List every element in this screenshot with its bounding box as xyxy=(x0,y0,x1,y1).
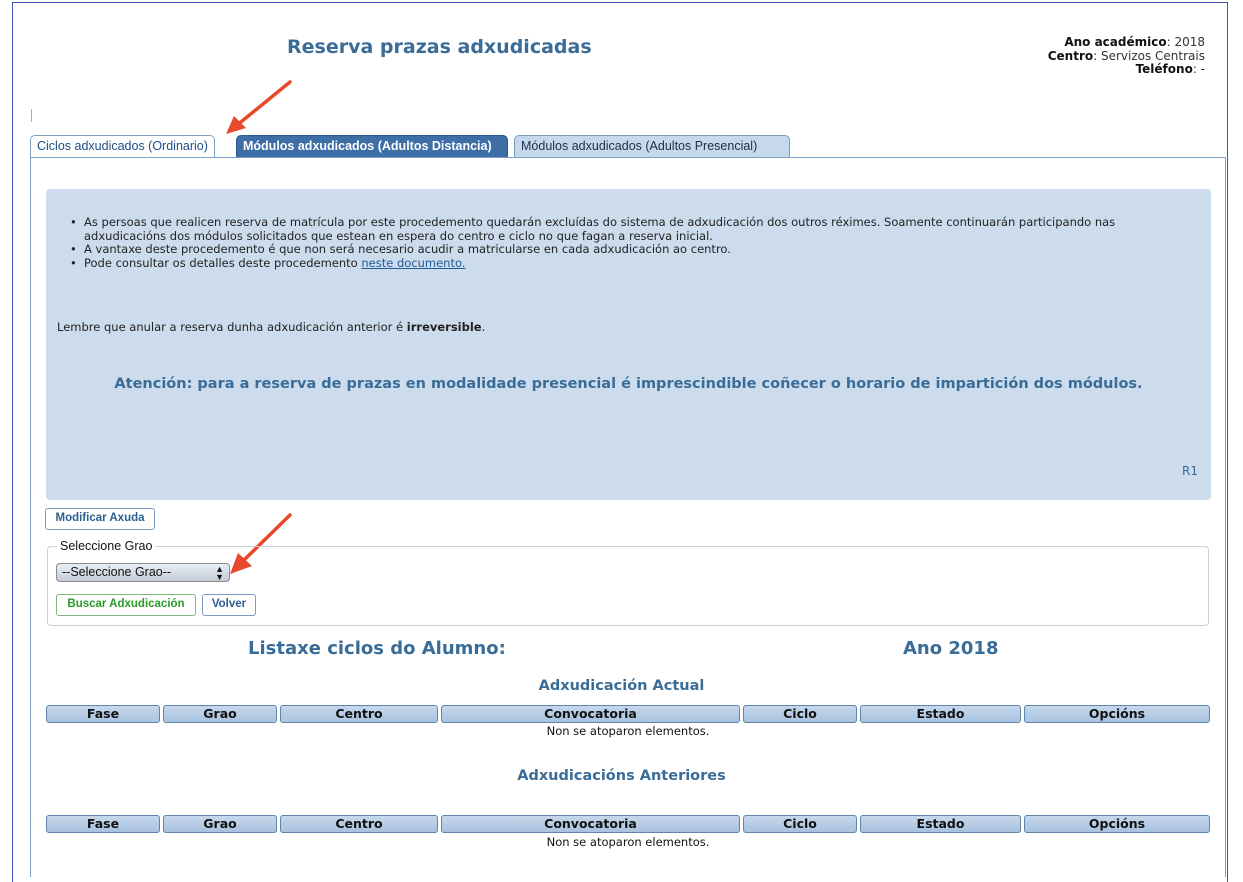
current-adjudication-title: Adxudicación Actual xyxy=(538,678,705,694)
column-header-ciclo[interactable]: Ciclo xyxy=(743,705,857,723)
help-item: Pode consultar os detalles deste procede… xyxy=(70,255,1174,271)
tab-modulos-distancia[interactable]: Módulos adxudicados (Adultos Distancia) xyxy=(236,135,508,158)
column-header-ciclo[interactable]: Ciclo xyxy=(743,815,857,833)
irreversible-note-end: . xyxy=(481,320,486,334)
tab-ciclos-ordinario[interactable]: Ciclos adxudicados (Ordinario) xyxy=(30,135,215,159)
marker-line xyxy=(31,109,32,122)
column-header-centro[interactable]: Centro xyxy=(280,815,438,833)
irreversible-note-text: Lembre que anular a reserva dunha adxudi… xyxy=(57,320,407,334)
search-adjudication-button[interactable]: Buscar Adxudicación xyxy=(56,594,196,616)
page-title: Reserva prazas adxudicadas xyxy=(287,36,592,58)
student-list-title: Listaxe ciclos do Alumno: xyxy=(248,638,506,659)
column-header-opcions[interactable]: Opcións xyxy=(1024,815,1210,833)
irreversible-note-bold: irreversible xyxy=(406,320,482,334)
column-header-centro[interactable]: Centro xyxy=(280,705,438,723)
academic-year-label: Ano académico xyxy=(1064,35,1167,49)
irreversible-note: Lembre que anular a reserva dunha adxudi… xyxy=(57,320,485,334)
help-item: As persoas que realicen reserva de matrí… xyxy=(70,215,1174,243)
phone-value: : - xyxy=(1192,62,1205,76)
grade-select-value: --Seleccione Grao-- xyxy=(62,565,172,579)
previous-empty-message: Non se atoparon elementos. xyxy=(546,835,710,849)
column-header-estado[interactable]: Estado xyxy=(860,815,1021,833)
current-empty-message: Non se atoparon elementos. xyxy=(546,724,710,738)
help-item: A vantaxe deste procedemento é que non s… xyxy=(70,242,1174,257)
help-list: As persoas que realicen reserva de matrí… xyxy=(70,215,1174,271)
column-header-convocatoria[interactable]: Convocatoria xyxy=(441,705,740,723)
academic-year-value: : 2018 xyxy=(1166,35,1205,49)
column-header-estado[interactable]: Estado xyxy=(860,705,1021,723)
column-header-grao[interactable]: Grao xyxy=(163,705,277,723)
back-button[interactable]: Volver xyxy=(202,594,256,616)
academic-info: Ano académico: 2018 Centro: Servizos Cen… xyxy=(1047,35,1205,77)
help-item-text: Pode consultar os detalles deste procede… xyxy=(84,255,362,270)
centre-label: Centro xyxy=(1047,48,1094,63)
column-header-opcions[interactable]: Opcións xyxy=(1024,705,1210,723)
grade-legend: Seleccione Grao xyxy=(57,539,156,553)
help-code: R1 xyxy=(1182,464,1198,478)
student-list-year: Ano 2018 xyxy=(903,638,999,659)
column-header-convocatoria[interactable]: Convocatoria xyxy=(441,815,740,833)
centre-value: : Servizos Centrais xyxy=(1093,48,1205,63)
column-header-fase[interactable]: Fase xyxy=(46,815,160,833)
modify-help-button[interactable]: Modificar Axuda xyxy=(45,508,155,530)
attention-message: Atención: para a reserva de prazas en mo… xyxy=(114,376,1143,392)
document-link[interactable]: neste documento. xyxy=(361,256,465,270)
select-arrows-icon: ▲ ▼ xyxy=(215,564,224,582)
phone-label: Teléfono xyxy=(1135,62,1193,76)
column-header-fase[interactable]: Fase xyxy=(46,705,160,723)
column-header-grao[interactable]: Grao xyxy=(163,815,277,833)
grade-select[interactable]: --Seleccione Grao-- ▲ ▼ xyxy=(56,563,230,582)
annotation-arrow-icon xyxy=(226,80,292,134)
previous-adjudications-title: Adxudicacións Anteriores xyxy=(517,768,726,784)
tab-modulos-presencial[interactable]: Módulos adxudicados (Adultos Presencial) xyxy=(514,135,790,158)
help-box: As persoas que realicen reserva de matrí… xyxy=(46,189,1211,500)
